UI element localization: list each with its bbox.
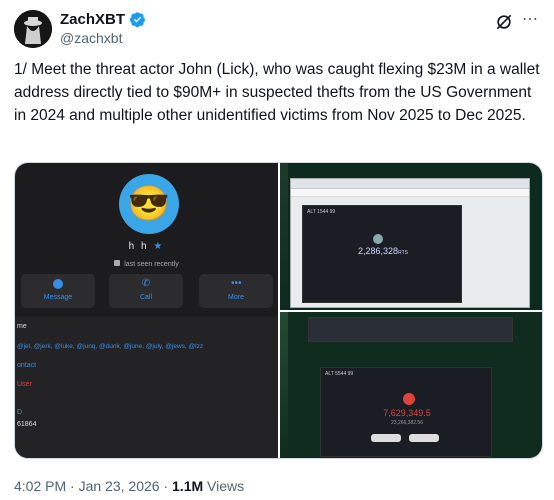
wallet-window-bottom: ALT 5544 99 7,629,349.5 23,266,382.56 [320, 367, 492, 457]
wallet-top-amount: 2,286,328RTS [358, 246, 408, 256]
tweet-date[interactable]: Jan 23, 2026 [79, 478, 160, 494]
wallet-bottom-title: ALT 5544 99 [325, 371, 354, 377]
tg-id-label: D [17, 409, 23, 416]
views-count: 1.1M [172, 478, 204, 494]
wallet-screenshot-top[interactable]: ALT 1544 99 2,286,328RTS [280, 163, 542, 310]
detective-avatar-icon [14, 10, 52, 48]
telegram-profile-image[interactable]: 😎 h h ★ last seen recently Message ✆ Cal… [15, 163, 278, 458]
more-options-icon[interactable]: ⋯ [520, 12, 540, 32]
tg-contact-label: ontact [17, 362, 37, 369]
wallet-screenshot-bottom[interactable]: ALT 5544 99 7,629,349.5 23,266,382.56 [280, 312, 542, 458]
tweet-header: ZachXBT @zachxbt ⋯ [14, 8, 540, 48]
star-icon: ★ [153, 241, 165, 252]
meta-separator: · [70, 478, 75, 494]
browser-tab-bar [291, 179, 529, 189]
tg-call-button: ✆ Call [109, 274, 183, 308]
phone-icon: ✆ [141, 278, 151, 289]
tg-section-title: me [17, 323, 27, 330]
emoji-sidebar [280, 312, 288, 458]
wallet-send-button [371, 434, 401, 442]
media-grid[interactable]: 😎 h h ★ last seen recently Message ✆ Cal… [14, 162, 543, 459]
author-avatar[interactable] [14, 10, 52, 48]
tg-id-value: 61864 [17, 421, 37, 428]
chat-window [308, 317, 513, 342]
tg-usernames: @jel, @jerk, @luke, @junq, @dunk, @june,… [17, 343, 204, 350]
tg-message-button: Message [21, 274, 95, 308]
wallet-bottom-amount: 7,629,349.5 [383, 408, 431, 418]
tron-token-icon [403, 393, 415, 405]
tg-more-button: ••• More [199, 274, 273, 308]
wallet-bottom-sub: 23,266,382.56 [391, 420, 423, 426]
verified-badge-icon [129, 12, 145, 28]
tweet-time[interactable]: 4:02 PM [14, 478, 66, 494]
meta-separator: · [163, 478, 169, 494]
tweet-meta: 4:02 PM · Jan 23, 2026 · 1.1M Views [14, 478, 244, 494]
grok-icon[interactable] [494, 12, 514, 32]
tg-info-section: me @jel, @jerk, @luke, @junq, @dunk, @ju… [15, 317, 278, 458]
lock-icon [114, 260, 121, 266]
emoji-sidebar [280, 163, 288, 310]
tg-profile-name: h h ★ [128, 241, 165, 252]
tg-user-label: User [17, 381, 32, 388]
token-icon [373, 234, 383, 244]
wallet-top-title: ALT 1544 99 [307, 209, 336, 215]
wallet-receive-button [409, 434, 439, 442]
tg-last-seen: last seen recently [15, 260, 278, 268]
views-label: Views [207, 478, 245, 494]
more-icon: ••• [231, 278, 242, 289]
author-display-name[interactable]: ZachXBT [60, 11, 125, 28]
message-icon [53, 279, 63, 289]
cool-emoji-avatar-icon: 😎 [119, 174, 179, 234]
tweet-text: 1/ Meet the threat actor John (Lick), wh… [14, 61, 540, 124]
browser-address-bar [291, 189, 529, 197]
wallet-window-top: ALT 1544 99 2,286,328RTS [302, 205, 462, 303]
author-handle[interactable]: @zachxbt [60, 30, 122, 46]
